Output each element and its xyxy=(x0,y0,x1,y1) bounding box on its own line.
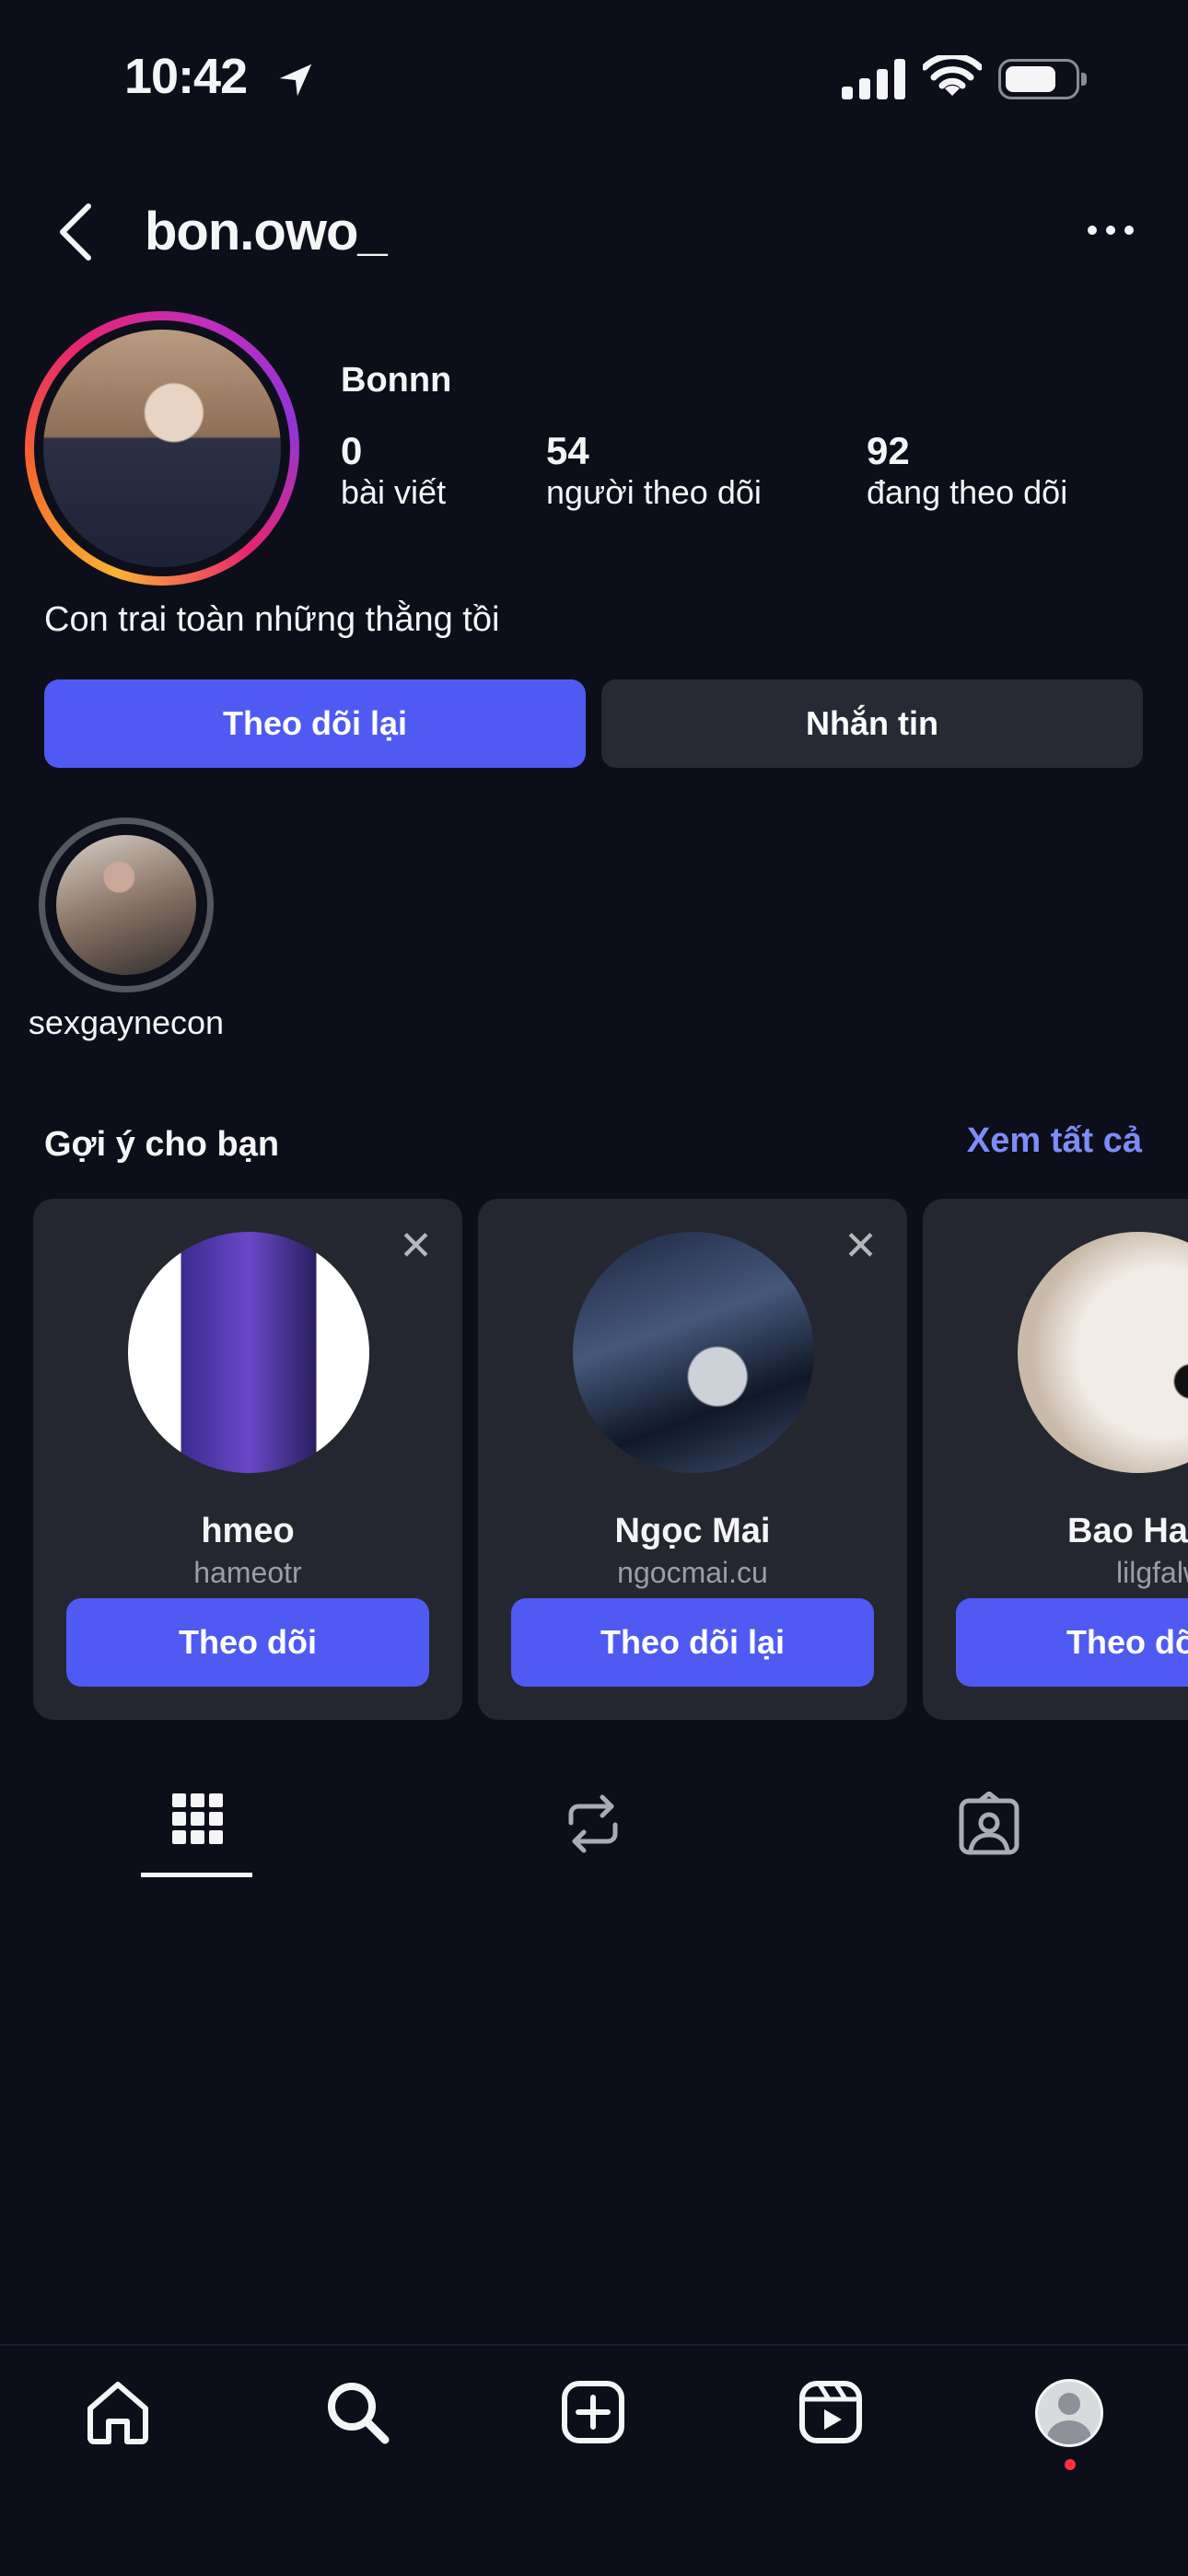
stat-followers-count: 54 xyxy=(546,429,589,472)
dismiss-icon[interactable]: ✕ xyxy=(399,1226,433,1267)
follow-button[interactable]: Theo dõi xyxy=(956,1598,1188,1687)
suggestion-card[interactable]: ✕ hmeo hameotr Theo dõi xyxy=(33,1199,462,1720)
suggestion-avatar xyxy=(128,1232,369,1473)
stat-followers-label: người theo dõi xyxy=(546,473,762,511)
notification-dot xyxy=(1065,2459,1076,2470)
profile-avatar-story-ring[interactable] xyxy=(25,311,299,586)
follow-button[interactable]: Theo dõi xyxy=(66,1598,429,1687)
stat-posts-label: bài viết xyxy=(341,473,447,511)
stat-posts: 0 bài viết xyxy=(341,429,446,512)
suggestions-title: Gợi ý cho bạn xyxy=(44,1125,280,1164)
wifi-icon xyxy=(923,55,982,96)
active-tab-indicator xyxy=(141,1873,252,1877)
suggestion-name: Bao Ha xyxy=(1067,1512,1188,1550)
signal-icon xyxy=(842,59,905,99)
follow-back-button[interactable]: Theo dõi lại xyxy=(511,1598,874,1687)
display-name: Bonnn xyxy=(341,361,452,400)
location-arrow-icon xyxy=(279,64,312,97)
dismiss-icon[interactable]: ✕ xyxy=(844,1226,878,1267)
suggestion-name: hmeo xyxy=(201,1512,295,1550)
stat-following[interactable]: 92 đang theo dõi xyxy=(867,429,1067,512)
highlight-cover xyxy=(56,835,196,975)
tagged-icon[interactable] xyxy=(958,1792,1020,1856)
suggestion-card[interactable]: ✕ Ngọc Mai ngocmai.cu Theo dõi lại xyxy=(478,1199,907,1720)
stat-following-label: đang theo dõi xyxy=(867,473,1068,511)
header-username: bon.owo_ xyxy=(145,202,388,261)
see-all-link[interactable]: Xem tất cả xyxy=(967,1121,1142,1161)
search-icon[interactable] xyxy=(324,2379,390,2445)
more-options-icon[interactable] xyxy=(1087,221,1135,239)
suggestion-handle: ngocmai.cu xyxy=(617,1556,768,1589)
repost-icon[interactable] xyxy=(564,1792,623,1856)
battery-icon xyxy=(998,59,1087,99)
highlight-label: sexgaynecon xyxy=(28,1004,225,1041)
stat-followers[interactable]: 54 người theo dõi xyxy=(546,429,762,512)
status-time: 10:42 xyxy=(124,49,248,104)
profile-icon[interactable] xyxy=(1035,2379,1103,2447)
stat-following-count: 92 xyxy=(867,429,910,472)
avatar xyxy=(43,330,281,567)
suggestion-name: Ngọc Mai xyxy=(614,1512,771,1550)
grid-icon[interactable] xyxy=(170,1792,226,1847)
profile-bio: Con trai toàn những thằng tồi xyxy=(44,600,500,639)
stat-posts-count: 0 xyxy=(341,429,363,472)
suggestion-handle: lilgfalw.1 xyxy=(1116,1556,1188,1589)
suggestion-avatar xyxy=(573,1232,814,1473)
home-icon[interactable] xyxy=(85,2379,151,2445)
suggestion-avatar xyxy=(1018,1232,1188,1473)
story-highlight[interactable] xyxy=(39,818,214,992)
suggestion-card[interactable]: Bao Ha lilgfalw.1 Theo dõi xyxy=(923,1199,1188,1720)
create-icon[interactable] xyxy=(560,2379,626,2445)
reels-icon[interactable] xyxy=(798,2379,864,2445)
suggestion-handle: hameotr xyxy=(193,1556,302,1589)
back-icon[interactable] xyxy=(55,203,96,261)
follow-back-button[interactable]: Theo dõi lại xyxy=(44,679,586,768)
message-button[interactable]: Nhắn tin xyxy=(601,679,1143,768)
